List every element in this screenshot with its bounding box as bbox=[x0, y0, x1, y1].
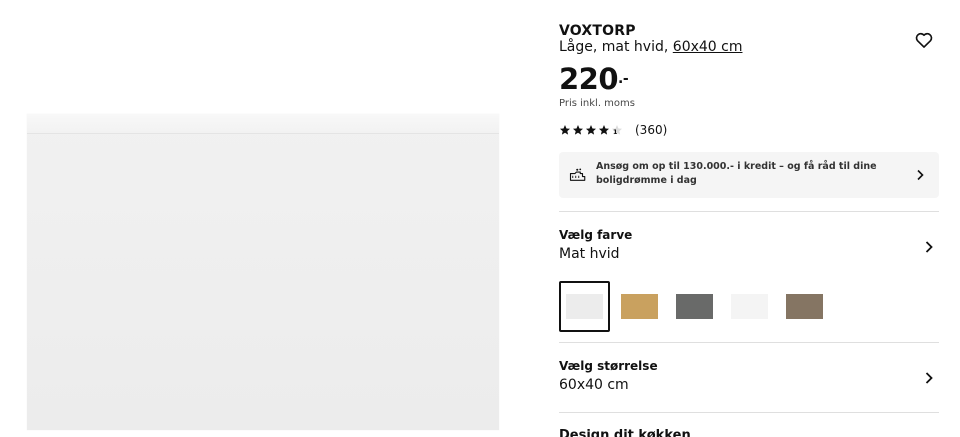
color-section-label: Vælg farve bbox=[559, 228, 633, 242]
rating-stars: 1 bbox=[559, 124, 623, 136]
chevron-right-icon[interactable] bbox=[924, 371, 934, 385]
product-name: VOXTORP bbox=[559, 23, 636, 39]
color-section-value: Mat hvid bbox=[559, 246, 620, 262]
star-icon bbox=[559, 125, 570, 135]
door-top-edge bbox=[27, 114, 499, 134]
color-swatch-mat-hvid[interactable] bbox=[559, 281, 610, 332]
vat-note: Pris inkl. moms bbox=[559, 98, 635, 109]
color-swatch-valnoed[interactable] bbox=[779, 281, 830, 332]
star-icon bbox=[585, 125, 596, 135]
product-image[interactable] bbox=[0, 0, 530, 437]
chevron-right-icon bbox=[917, 169, 924, 181]
credit-banner-text: Ansøg om op til 130.000.- i kredit – og … bbox=[596, 161, 877, 186]
star-icon bbox=[598, 125, 609, 135]
door-front-image bbox=[27, 114, 499, 430]
credit-banner[interactable]: Ansøg om op til 130.000.- i kredit – og … bbox=[559, 152, 939, 198]
swatch-chip bbox=[731, 294, 768, 319]
divider bbox=[559, 211, 939, 212]
color-swatch-eg[interactable] bbox=[614, 281, 665, 332]
swatch-chip bbox=[786, 294, 823, 319]
star-icon bbox=[572, 125, 583, 135]
color-swatches bbox=[559, 281, 830, 332]
product-description-text: Låge, mat hvid, bbox=[559, 39, 673, 55]
divider bbox=[559, 412, 939, 413]
credit-icon bbox=[569, 168, 586, 181]
color-swatch-moerkegraa[interactable] bbox=[669, 281, 720, 332]
size-section-label: Vælg størrelse bbox=[559, 359, 658, 373]
rating-mark: 1 bbox=[613, 128, 618, 136]
swatch-chip bbox=[621, 294, 658, 319]
product-size-link[interactable]: 60x40 cm bbox=[673, 39, 743, 55]
price-amount: 220 bbox=[559, 62, 619, 96]
swatch-chip bbox=[566, 294, 603, 319]
product-price: 220.- bbox=[559, 62, 629, 96]
review-count: (360) bbox=[635, 123, 668, 137]
chevron-right-icon[interactable] bbox=[924, 240, 934, 254]
divider bbox=[559, 342, 939, 343]
design-section-label[interactable]: Design dit køkken bbox=[559, 428, 691, 437]
product-description: Låge, mat hvid, 60x40 cm bbox=[559, 39, 742, 55]
product-info-panel: VOXTORP Låge, mat hvid, 60x40 cm 220.- P… bbox=[559, 0, 939, 437]
color-swatch-hoejglans-hvid[interactable] bbox=[724, 281, 775, 332]
size-section-value: 60x40 cm bbox=[559, 377, 629, 393]
swatch-chip bbox=[676, 294, 713, 319]
half-star-icon: 1 bbox=[611, 125, 622, 136]
heart-icon[interactable] bbox=[914, 30, 934, 50]
rating-link[interactable]: 1 (360) bbox=[559, 123, 667, 137]
price-currency-suffix: .- bbox=[618, 71, 629, 87]
